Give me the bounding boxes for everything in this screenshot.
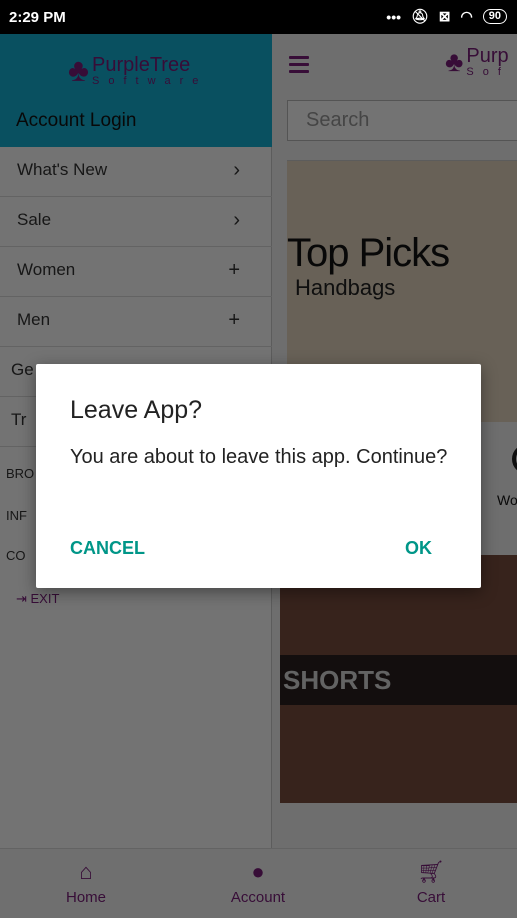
chevron-right-icon: ›: [233, 159, 240, 181]
category-icon[interactable]: [512, 444, 517, 474]
sim-x-icon: ⊠: [438, 8, 451, 24]
chevron-right-icon: ›: [233, 209, 240, 231]
shorts-label: SHORTS: [280, 655, 517, 705]
search-input[interactable]: Search: [287, 100, 517, 141]
hamburger-menu-icon[interactable]: [289, 56, 309, 77]
drawer-header: ♣ PurpleTree Software Account Login: [0, 34, 272, 147]
cart-icon: 🛒︎: [417, 859, 445, 884]
menu-item-women[interactable]: Women +: [0, 247, 272, 297]
bell-off-icon: 🔕︎: [411, 8, 429, 24]
category-label[interactable]: Wo: [497, 492, 517, 508]
home-icon: ⌂: [79, 859, 93, 884]
dialog-message: You are about to leave this app. Continu…: [70, 446, 448, 468]
plus-icon: +: [228, 259, 240, 281]
link-inf[interactable]: INF: [6, 508, 27, 523]
status-time: 2:29 PM: [9, 9, 66, 26]
menu-item-men[interactable]: Men +: [0, 297, 272, 347]
account-icon: ●: [251, 859, 265, 884]
tree-logo-icon: ♣: [68, 52, 89, 88]
exit-icon: ⇥: [16, 591, 31, 606]
banner-title: Top Picks: [287, 231, 450, 275]
nav-home[interactable]: ⌂ Home: [26, 859, 146, 906]
link-bro[interactable]: BRO: [6, 466, 34, 481]
more-dots-icon: •••: [386, 8, 402, 25]
bottom-nav: ⌂ Home ● Account 🛒︎ Cart: [0, 848, 517, 918]
leave-app-dialog: Leave App? You are about to leave this a…: [36, 364, 481, 588]
dialog-title: Leave App?: [70, 396, 203, 424]
account-login-link[interactable]: Account Login: [16, 110, 136, 132]
cancel-button[interactable]: CANCEL: [70, 538, 145, 559]
banner-subtitle: Handbags: [295, 275, 396, 300]
header-logo[interactable]: ♣ Purp Sof: [445, 46, 510, 78]
battery-icon: 90: [482, 9, 507, 24]
link-co[interactable]: CO: [6, 548, 26, 563]
menu-item-sale[interactable]: Sale ›: [0, 197, 272, 247]
status-icons: ••• 🔕︎ ⊠ ◠ 90: [386, 8, 507, 25]
tree-logo-icon: ♣: [445, 46, 464, 77]
menu-item-whats-new[interactable]: What's New ›: [0, 147, 272, 197]
nav-account[interactable]: ● Account: [198, 859, 318, 906]
nav-cart[interactable]: 🛒︎ Cart: [371, 859, 491, 906]
drawer-logo: ♣ PurpleTree Software: [68, 52, 208, 88]
ok-button[interactable]: OK: [405, 538, 432, 559]
shorts-banner[interactable]: SHORTS: [280, 555, 517, 803]
exit-link[interactable]: ⇥ EXIT: [16, 591, 59, 607]
status-bar: 2:29 PM ••• 🔕︎ ⊠ ◠ 90: [0, 0, 517, 34]
plus-icon: +: [228, 309, 240, 331]
wifi-icon: ◠: [460, 8, 473, 24]
